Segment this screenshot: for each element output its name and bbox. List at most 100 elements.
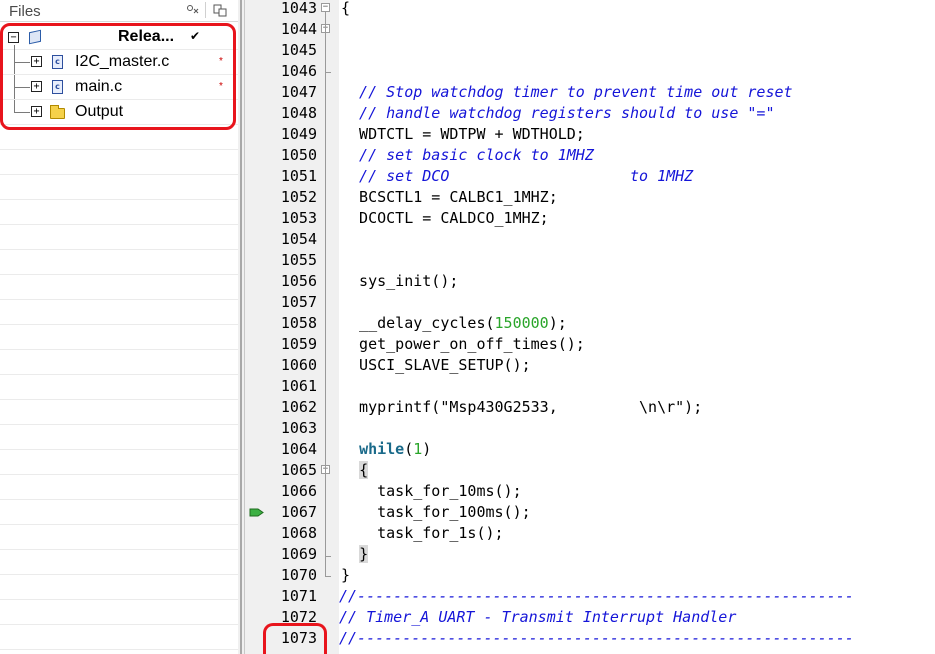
code-line[interactable]: 1057 bbox=[249, 292, 935, 313]
line-number: 1064 bbox=[280, 440, 317, 458]
c-file-icon: c bbox=[52, 80, 63, 94]
code-line[interactable]: 1048 // handle watchdog registers should… bbox=[249, 103, 935, 124]
line-number: 1061 bbox=[280, 377, 317, 395]
line-number: 1045 bbox=[280, 41, 317, 59]
empty-row bbox=[0, 350, 238, 375]
line-number: 1071 bbox=[280, 587, 317, 605]
line-number: 1050 bbox=[280, 146, 317, 164]
line-number: 1070 bbox=[280, 566, 317, 584]
files-panel-title: Files bbox=[9, 3, 41, 20]
checkmark-icon: ✔ bbox=[190, 29, 201, 43]
folder-icon bbox=[50, 105, 65, 119]
code-text: while(1) bbox=[359, 440, 432, 458]
panel-splitter[interactable] bbox=[238, 0, 249, 654]
code-line[interactable]: 1064 while(1) bbox=[249, 439, 935, 460]
modified-marker: * bbox=[219, 81, 223, 92]
empty-row bbox=[0, 275, 238, 300]
line-number: 1072 bbox=[280, 608, 317, 626]
empty-row bbox=[0, 125, 238, 150]
code-line[interactable]: 1066 task_for_10ms(); bbox=[249, 481, 935, 502]
code-line[interactable]: 1059 get_power_on_off_times(); bbox=[249, 334, 935, 355]
code-line[interactable]: 1053 DCOCTL = CALDCO_1MHZ; bbox=[249, 208, 935, 229]
options-icon[interactable] bbox=[212, 4, 228, 18]
code-editor[interactable]: 1043− {1044−1045 1046 1047 // Stop watchdog… bbox=[249, 0, 935, 654]
files-panel: Files − Relea... ✔ + c I2C_master.c * + … bbox=[0, 0, 238, 654]
code-line[interactable]: 1071 //----------------------------------… bbox=[249, 586, 935, 607]
code-line[interactable]: 1051 // set DCO to 1MHZ bbox=[249, 166, 935, 187]
line-number: 1068 bbox=[280, 524, 317, 542]
line-number: 1063 bbox=[280, 419, 317, 437]
code-line[interactable]: 1062 myprintf("Msp430G2533, \n\r"); bbox=[249, 397, 935, 418]
code-line[interactable]: 1054 bbox=[249, 229, 935, 250]
code-text: // set DCO to 1MHZ bbox=[341, 167, 694, 185]
empty-row bbox=[0, 200, 238, 225]
empty-row bbox=[0, 225, 238, 250]
code-line[interactable]: 1063 bbox=[249, 418, 935, 439]
empty-row bbox=[0, 325, 238, 350]
code-line[interactable]: 1052 BCSCTL1 = CALBC1_1MHZ; bbox=[249, 187, 935, 208]
header-separator bbox=[205, 2, 206, 18]
code-text: { bbox=[341, 0, 351, 17]
line-number: 1051 bbox=[280, 167, 317, 185]
line-number: 1052 bbox=[280, 188, 317, 206]
code-text: sys_init(); bbox=[341, 272, 459, 290]
empty-row bbox=[0, 625, 238, 650]
empty-row bbox=[0, 575, 238, 600]
code-line[interactable]: 1047 // Stop watchdog timer to prevent t… bbox=[249, 82, 935, 103]
code-text: task_for_10ms(); bbox=[341, 482, 522, 500]
folder-row-output[interactable]: + Output bbox=[0, 100, 238, 125]
code-line[interactable]: 1045 bbox=[249, 40, 935, 61]
code-line[interactable]: 1067 task_for_100ms(); bbox=[249, 502, 935, 523]
code-text: } bbox=[341, 566, 351, 584]
code-line[interactable]: 1043− { bbox=[249, 0, 935, 19]
project-row[interactable]: − Relea... ✔ bbox=[0, 25, 238, 50]
line-number: 1065 bbox=[280, 461, 317, 479]
expand-icon[interactable]: + bbox=[31, 81, 42, 92]
expand-icon[interactable]: + bbox=[31, 56, 42, 67]
code-text: // set basic clock to 1MHZ bbox=[341, 146, 594, 164]
code-line[interactable]: 1056 sys_init(); bbox=[249, 271, 935, 292]
code-line[interactable]: 1055 bbox=[249, 250, 935, 271]
code-line[interactable]: 1060 USCI_SLAVE_SETUP(); bbox=[249, 355, 935, 376]
code-text: get_power_on_off_times(); bbox=[341, 335, 585, 353]
code-line[interactable]: 1046 bbox=[249, 61, 935, 82]
line-number: 1056 bbox=[280, 272, 317, 290]
code-text: } bbox=[359, 545, 369, 563]
fold-guide bbox=[325, 33, 326, 73]
code-line[interactable]: 1069 } bbox=[249, 544, 935, 565]
fold-guide bbox=[325, 474, 326, 557]
code-line[interactable]: 1070} bbox=[249, 565, 935, 586]
fold-end bbox=[325, 576, 331, 577]
code-line[interactable]: 1044− bbox=[249, 19, 935, 40]
modified-marker: * bbox=[219, 56, 223, 67]
code-line[interactable]: 1049 WDTCTL = WDTPW + WDTHOLD; bbox=[249, 124, 935, 145]
line-number: 1055 bbox=[280, 251, 317, 269]
code-text: { bbox=[359, 461, 369, 479]
code-line[interactable]: 1050 // set basic clock to 1MHZ bbox=[249, 145, 935, 166]
file-row-i2c-master[interactable]: + c I2C_master.c * bbox=[0, 50, 238, 75]
collapse-icon[interactable]: − bbox=[8, 32, 19, 43]
files-panel-header: Files bbox=[0, 0, 238, 22]
code-line[interactable]: 1061 bbox=[249, 376, 935, 397]
code-text: // Stop watchdog timer to prevent time o… bbox=[341, 83, 793, 101]
code-line[interactable]: 1068 task_for_1s(); bbox=[249, 523, 935, 544]
c-file-icon: c bbox=[52, 55, 63, 69]
code-line[interactable]: 1073 //----------------------------------… bbox=[249, 628, 935, 649]
fold-toggle-icon[interactable]: − bbox=[321, 3, 330, 12]
empty-row bbox=[0, 425, 238, 450]
empty-row bbox=[0, 450, 238, 475]
line-number: 1054 bbox=[280, 230, 317, 248]
expand-icon[interactable]: + bbox=[31, 106, 42, 117]
file-label: I2C_master.c bbox=[75, 53, 170, 70]
code-line[interactable]: 1058 __delay_cycles(150000); bbox=[249, 313, 935, 334]
line-number: 1048 bbox=[280, 104, 317, 122]
file-row-main[interactable]: + c main.c * bbox=[0, 75, 238, 100]
project-icon bbox=[29, 29, 41, 45]
code-line[interactable]: 1072 // Timer_A UART - Transmit Interrupt… bbox=[249, 607, 935, 628]
empty-row bbox=[0, 525, 238, 550]
line-number: 1066 bbox=[280, 482, 317, 500]
line-number: 1073 bbox=[280, 629, 317, 647]
code-text: WDTCTL = WDTPW + WDTHOLD; bbox=[341, 125, 585, 143]
code-line[interactable]: 1065− { bbox=[249, 460, 935, 481]
settings-icon[interactable] bbox=[185, 4, 201, 18]
